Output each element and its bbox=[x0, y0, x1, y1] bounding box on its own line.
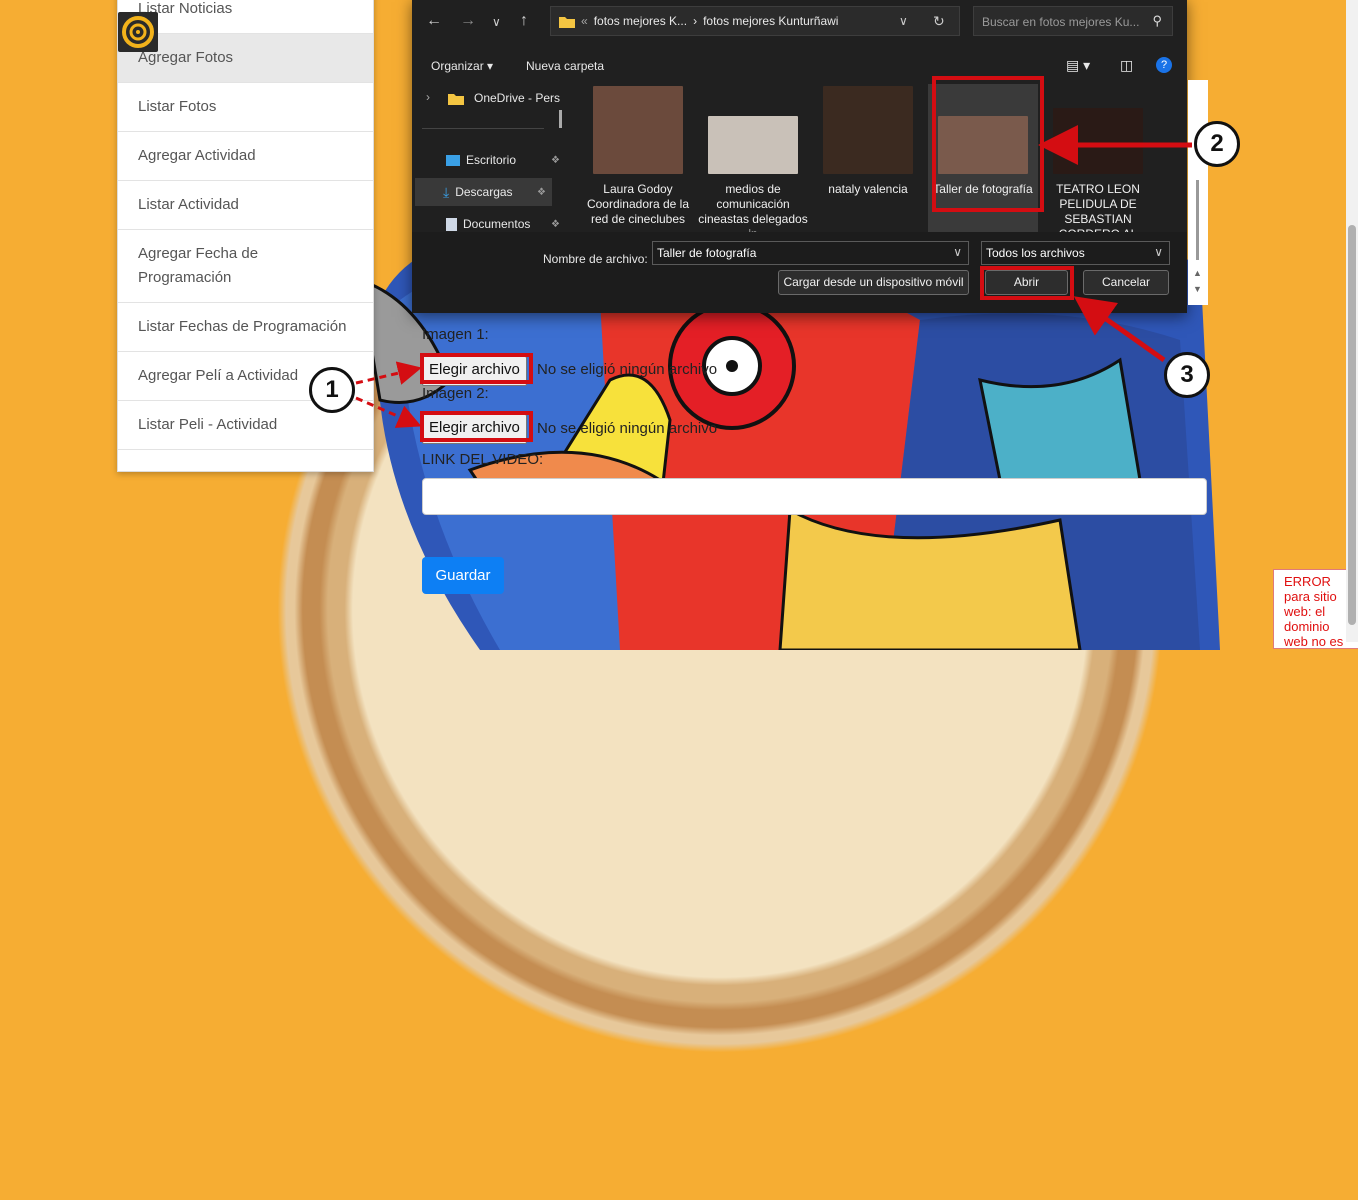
help-icon[interactable]: ? bbox=[1156, 57, 1172, 73]
refresh-icon[interactable]: ↻ bbox=[933, 13, 945, 30]
file-status-2: No se eligió ningún archivo bbox=[537, 420, 718, 437]
filename-label: Nombre de archivo: bbox=[543, 252, 648, 266]
breadcrumb-item[interactable]: fotos mejores K... bbox=[594, 14, 687, 28]
chevron-down-icon[interactable]: ∨ bbox=[953, 245, 962, 259]
callout-3: 3 bbox=[1164, 352, 1210, 398]
file-thumbnail bbox=[938, 116, 1028, 174]
file-list: Laura Godoy Coordinadora de la red de ci… bbox=[575, 80, 1175, 232]
file-thumbnail bbox=[708, 116, 798, 174]
file-caption: Laura Godoy Coordinadora de la red de ci… bbox=[586, 182, 690, 226]
desktop-icon bbox=[446, 154, 460, 166]
save-button[interactable]: Guardar bbox=[422, 557, 504, 594]
load-from-device-button[interactable]: Cargar desde un dispositivo móvil bbox=[778, 270, 969, 295]
page-scrollbar[interactable] bbox=[1346, 0, 1358, 642]
pin-icon: ❖ bbox=[551, 218, 560, 230]
nav-item-descargas[interactable]: ⤓ Descargas ❖ bbox=[415, 178, 552, 206]
pin-icon: ❖ bbox=[537, 186, 546, 198]
pane-scrollbar[interactable] bbox=[559, 110, 562, 128]
file-caption: medios de comunicación cineastas delegad… bbox=[698, 182, 808, 232]
video-link-label: LINK DEL VIDEO: bbox=[422, 451, 544, 468]
image1-label: Imagen 1: bbox=[422, 326, 489, 343]
filename-input[interactable]: Taller de fotografía ∨ bbox=[652, 241, 969, 265]
back-arrow-icon[interactable]: ← bbox=[426, 12, 442, 30]
up-arrow-icon[interactable]: ↑ bbox=[520, 12, 528, 30]
chevron-down-icon: ∨ bbox=[1154, 245, 1163, 259]
search-placeholder: Buscar en fotos mejores Ku... bbox=[982, 15, 1140, 29]
filetype-select[interactable]: Todos los archivos ∨ bbox=[981, 241, 1170, 265]
breadcrumb-overflow: « bbox=[581, 14, 588, 28]
nav-item-label: OneDrive - Pers bbox=[474, 91, 561, 105]
choose-file-button-2[interactable]: Elegir archivo bbox=[422, 414, 527, 444]
chevron-down-icon[interactable]: ∨ bbox=[492, 15, 501, 29]
chevron-right-icon: › bbox=[693, 14, 698, 28]
nav-item-onedrive[interactable]: OneDrive - Pers bbox=[418, 84, 568, 112]
scroll-thumb[interactable] bbox=[1196, 180, 1199, 260]
document-icon bbox=[446, 217, 457, 231]
preview-pane-icon[interactable]: ◫ bbox=[1120, 57, 1133, 74]
nav-item-label: Escritorio bbox=[466, 153, 517, 167]
filename-value: Taller de fotografía bbox=[657, 246, 757, 260]
choose-file-button-1[interactable]: Elegir archivo bbox=[422, 356, 527, 386]
nav-item-label: Documentos bbox=[463, 217, 531, 231]
menu-item-listar-fechas[interactable]: Listar Fechas de Programación bbox=[118, 303, 373, 352]
breadcrumb-item[interactable]: fotos mejores Kunturñawi bbox=[703, 14, 838, 28]
file-item-selected[interactable]: Taller de fotografía bbox=[928, 84, 1038, 232]
folder-icon bbox=[448, 93, 464, 105]
dialog-scrollbar[interactable]: ▲ ▼ bbox=[1188, 80, 1208, 305]
file-caption: Taller de fotografía bbox=[933, 182, 1033, 196]
video-link-input[interactable] bbox=[422, 478, 1207, 515]
open-button[interactable]: Abrir bbox=[985, 270, 1068, 295]
search-icon: ⚲ bbox=[1152, 13, 1162, 28]
site-logo[interactable] bbox=[118, 12, 158, 52]
scroll-up-icon[interactable]: ▲ bbox=[1193, 268, 1202, 278]
file-thumbnail bbox=[823, 86, 913, 174]
view-options-icon[interactable]: ▤ ▾ bbox=[1066, 57, 1090, 74]
callout-2: 2 bbox=[1194, 121, 1240, 167]
file-caption: nataly valencia bbox=[828, 182, 908, 196]
chevron-down-icon[interactable]: ∨ bbox=[899, 14, 908, 28]
address-bar[interactable]: « fotos mejores K... › fotos mejores Kun… bbox=[550, 6, 960, 36]
organize-label: Organizar bbox=[431, 59, 484, 73]
file-open-dialog: ← → ∨ ↑ « fotos mejores K... › fotos mej… bbox=[412, 0, 1187, 313]
file-thumbnail bbox=[593, 86, 683, 174]
file-caption: TEATRO LEON PELIDULA DE SEBASTIAN CORDER… bbox=[1056, 182, 1140, 232]
sun-logo-icon bbox=[122, 16, 154, 48]
nav-item-label: Descargas bbox=[455, 185, 513, 199]
file-item[interactable]: Laura Godoy Coordinadora de la red de ci… bbox=[583, 84, 693, 232]
callout-1: 1 bbox=[309, 367, 355, 413]
folder-icon bbox=[559, 16, 575, 28]
filetype-value: Todos los archivos bbox=[986, 246, 1085, 260]
pane-divider bbox=[422, 128, 544, 129]
file-thumbnail bbox=[1053, 108, 1143, 174]
page-scroll-thumb[interactable] bbox=[1348, 225, 1356, 625]
organize-menu[interactable]: Organizar ▾ bbox=[431, 59, 493, 73]
menu-item-agregar-fecha[interactable]: Agregar Fecha de Programación bbox=[118, 230, 373, 303]
search-input[interactable]: Buscar en fotos mejores Ku... ⚲ bbox=[973, 6, 1173, 36]
cancel-button[interactable]: Cancelar bbox=[1083, 270, 1169, 295]
forward-arrow-icon[interactable]: → bbox=[460, 12, 476, 30]
file-item[interactable]: TEATRO LEON PELIDULA DE SEBASTIAN CORDER… bbox=[1043, 84, 1153, 232]
new-folder-button[interactable]: Nueva carpeta bbox=[526, 59, 604, 73]
file-status-1: No se eligió ningún archivo bbox=[537, 361, 718, 378]
file-item[interactable]: nataly valencia bbox=[813, 84, 923, 232]
download-icon: ⤓ bbox=[443, 183, 450, 200]
image2-label: Imagen 2: bbox=[422, 385, 489, 402]
nav-item-escritorio[interactable]: Escritorio ❖ bbox=[418, 146, 568, 174]
file-item[interactable]: medios de comunicación cineastas delegad… bbox=[698, 84, 808, 232]
menu-item-listar-actividad[interactable]: Listar Actividad bbox=[118, 181, 373, 230]
navigation-pane: › OneDrive - Pers Escritorio ❖ ⤓ Descarg… bbox=[412, 80, 572, 232]
menu-item-listar-fotos[interactable]: Listar Fotos bbox=[118, 83, 373, 132]
pin-icon: ❖ bbox=[551, 154, 560, 166]
menu-item-agregar-actividad[interactable]: Agregar Actividad bbox=[118, 132, 373, 181]
scroll-down-icon[interactable]: ▼ bbox=[1193, 284, 1202, 294]
